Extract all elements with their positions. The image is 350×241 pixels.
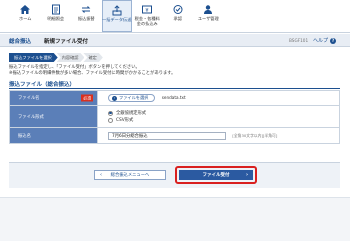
instruction-note: ※振込ファイルの明細件数が多い場合、ファイル受付に時間がかかることがあります。 [9,71,176,76]
step-indicator: 振込ファイルを選択 内容確認 確定 [9,53,102,62]
back-to-menu-button[interactable]: ‹ 総合振込メニューへ [94,170,166,180]
nav-payment[interactable]: ¥ 税金・各種料金の払込み [132,0,163,32]
transfer-name-hint: [全角30文字以内][半角可] [232,133,278,138]
back-to-menu-label: 総合振込メニューへ [110,173,150,178]
nav-user-management-label: ユーザ管理 [197,16,219,21]
step-confirm: 内容確認 [57,53,85,62]
screen-id: BSGF101 [289,38,309,43]
nav-home[interactable]: ホーム [10,0,41,32]
file-format-label: ファイル形式 [18,114,44,120]
top-nav: ホーム 明細照会 振込振替 一括データ伝送 ¥ 税金・各種料金の払込み 承認 ユ… [0,0,350,33]
step-complete: 確定 [83,53,102,62]
transfer-name-label-cell: 振込名 [9,127,98,144]
selected-file-name: sendata.txt [161,95,186,100]
file-accept-label: ファイル受付 [202,173,230,178]
chevron-left-icon: ‹ [100,172,102,178]
nav-approval-label: 承認 [173,16,182,21]
file-name-label: ファイル名 [18,96,40,101]
transfer-name-input[interactable]: 7月6日分総合振込 [108,131,226,140]
format-option-zengin-label: 全銀協規定形式 [116,111,147,116]
section-label: 総合振込 [9,39,32,45]
radio-csv[interactable] [108,117,113,123]
document-icon [50,4,62,15]
file-format-cell: 全銀協規定形式 CSV形式 [97,105,340,128]
svg-text:¥: ¥ [146,8,149,14]
nav-statement[interactable]: 明細照会 [41,0,72,32]
radio-zengin[interactable] [108,110,113,116]
radio-selected-dot [109,111,112,115]
nav-transfer-label: 振込振替 [77,16,95,21]
nav-payment-label: 税金・各種料金の払込み [134,16,160,26]
nav-bulk-transfer[interactable]: 一括データ伝送 [101,0,132,32]
nav-user-management[interactable]: ユーザ管理 [193,0,224,32]
nav-statement-label: 明細照会 [47,16,65,21]
choose-file-button[interactable]: › ファイルを選択 [108,94,156,102]
form-title: 振込ファイル（総合振込） [9,82,76,88]
transfer-name-label: 振込名 [18,133,31,139]
page-title: 新規ファイル受付 [44,39,89,45]
chevron-right-icon: › [245,172,248,178]
instructions: 振込ファイルを指定し、「ファイル受付」ボタンを押してください。 ※振込ファイルの… [9,65,175,77]
step-select-file: 振込ファイルを選択 [9,53,58,62]
transfer-file-form: ファイル名 必須 › ファイルを選択 sendata.txt ファイル形式 全銀… [9,90,340,144]
file-name-cell: › ファイルを選択 sendata.txt [97,90,340,106]
choose-file-label: ファイルを選択 [119,95,149,100]
chevron-right-icon: › [112,95,117,101]
page-header: 総合振込 新規ファイル受付 BSGF101 ヘルプ ? [0,34,350,47]
approve-icon [172,4,184,15]
form-title-divider [9,88,340,89]
nav-bulk-transfer-label: 一括データ伝送 [102,17,132,22]
transfer-icon [80,4,92,15]
format-option-zengin[interactable]: 全銀協規定形式 [108,110,339,117]
footer-area [0,197,350,241]
nav-approval[interactable]: 承認 [163,0,194,32]
help-label: ヘルプ [313,38,329,44]
format-option-csv[interactable]: CSV形式 [108,117,339,124]
payment-icon: ¥ [141,4,153,15]
file-name-label-cell: ファイル名 必須 [9,90,98,106]
user-icon [202,4,214,15]
home-icon [19,4,31,15]
file-accept-button[interactable]: ファイル受付 › [179,170,253,180]
required-badge: 必須 [81,94,93,102]
nav-home-label: ホーム [19,16,32,21]
format-option-csv-label: CSV形式 [116,118,134,123]
nav-transfer[interactable]: 振込振替 [71,0,102,32]
file-format-label-cell: ファイル形式 [9,105,98,128]
transfer-name-cell: 7月6日分総合振込 [全角30文字以内][半角可] [97,127,340,144]
submit-highlight: ファイル受付 › [175,166,257,184]
help-icon: ? [330,37,337,44]
upload-icon [111,5,123,16]
help-link[interactable]: ヘルプ ? [313,37,337,44]
